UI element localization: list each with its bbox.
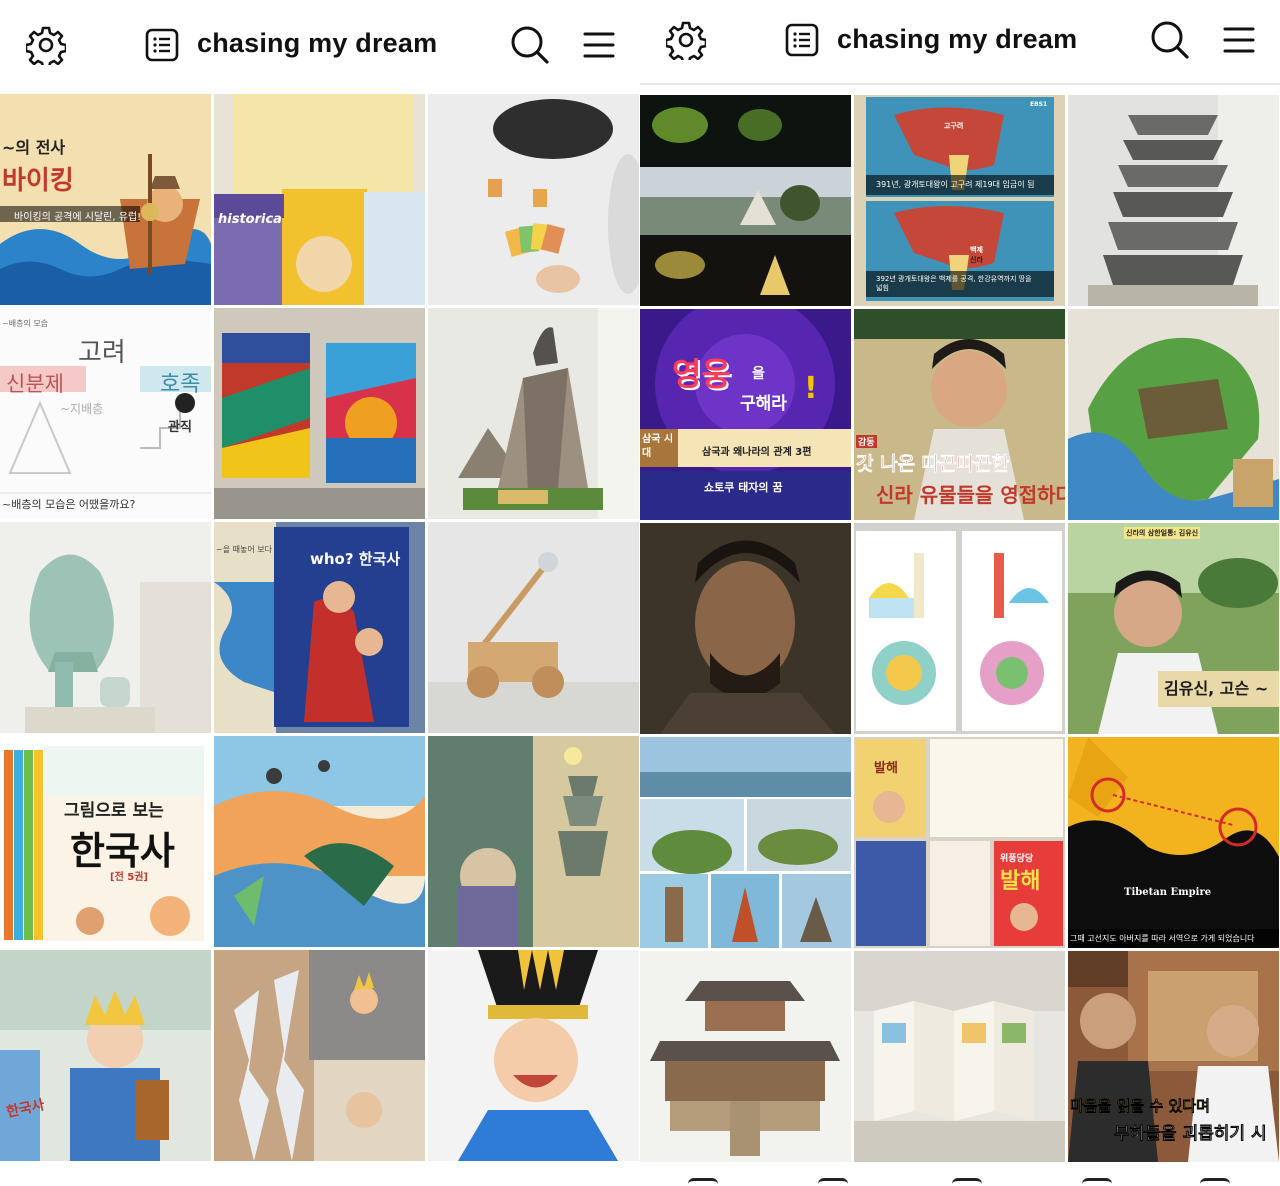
post-thumbnail-drama-warrior[interactable] [640, 523, 851, 734]
top-bar: chasing my dream [0, 0, 640, 90]
class-system-label: 신분제 [6, 372, 64, 396]
viking-subtitle: ~의 전사 [2, 138, 66, 157]
post-thumbnail-folding-book[interactable] [854, 951, 1065, 1162]
post-thumbnail-child-painting[interactable] [214, 736, 425, 947]
post-thumbnail-celadon-vase[interactable] [0, 522, 211, 733]
host-caption-1: 갓 나온 따끈따끈한 [856, 453, 1010, 476]
tab-icon-5[interactable] [1200, 1178, 1230, 1186]
right-screen: chasing my dream 391년, 광개토대왕이 고구려 제19대 임… [640, 0, 1280, 1186]
who-book-title: who? 한국사 [310, 550, 401, 568]
post-thumbnail-pagoda-storybook[interactable] [428, 736, 639, 947]
balhae-label-3: 발해 [1000, 869, 1041, 894]
gear-icon[interactable] [664, 18, 708, 62]
blog-title[interactable]: chasing my dream [837, 24, 1077, 55]
bottom-tab-bar-partial [640, 1164, 1280, 1186]
post-thumbnail-child-crown-book[interactable]: 한국사 [0, 950, 211, 1161]
episode-banner: 신라의 삼한일통: 김유신 [1124, 527, 1201, 539]
top-bar: chasing my dream [640, 0, 1280, 85]
thumbnail-grid: ~의 전사 바이킹 바이킹의 공격에 시달린, 유럽! historica 고려… [0, 94, 640, 1161]
tab-icon-4[interactable] [1082, 1178, 1112, 1186]
list-board-icon [140, 23, 184, 67]
post-thumbnail-fortress-puzzle[interactable] [1068, 309, 1279, 520]
book-set-title: 한국사 [70, 829, 175, 873]
post-thumbnail-tv-hosts-palace[interactable]: 마음을 읽을 수 있다며 부하들을 괴롭히기 시 [1068, 951, 1279, 1162]
post-thumbnail-history-books[interactable]: historica [214, 94, 425, 305]
goguryeo-label: 고구려 [944, 122, 964, 130]
balhae-label-1: 발해 [874, 761, 898, 776]
post-thumbnail-mosque-worksheets[interactable] [854, 523, 1065, 734]
episode-title: 삼국과 왜나라의 관계 3편 [702, 447, 812, 458]
section-tag: ~배층의 모습 [2, 319, 49, 328]
palace-caption-2: 부하들을 괴롭히기 시 [1114, 1124, 1267, 1144]
broadcaster-logo: EBS1 [1030, 101, 1048, 108]
tab-icon-1[interactable] [688, 1178, 718, 1186]
ruling-class-label: ~지배층 [60, 402, 104, 416]
post-thumbnail-stained-glass[interactable] [214, 308, 425, 519]
baekje-label: 백제 [970, 246, 983, 254]
post-thumbnail-balhae-books[interactable]: 발해 위풍당당 발해 [854, 737, 1065, 948]
post-thumbnail-crown-craft[interactable] [214, 950, 425, 1161]
map-subtitle: 그때 고선지도 아버지를 따라 서역으로 가게 되었습니다 [1070, 934, 1255, 943]
question-caption: ~배층의 모습은 어땠을까요? [2, 498, 136, 511]
post-thumbnail-catapult[interactable] [428, 522, 639, 733]
post-thumbnail-card-game[interactable] [428, 94, 639, 305]
office-label: 관직 [168, 420, 192, 435]
gear-icon[interactable] [24, 23, 68, 67]
thumbnail-grid: 391년, 광개토대왕이 고구려 제19대 임금이 됨 392년 광개토대왕은 … [640, 95, 1280, 1162]
search-icon[interactable] [1148, 18, 1192, 62]
hero-title-verb: 구해라 [740, 394, 787, 414]
goryeo-title: 고려 [78, 338, 126, 368]
post-thumbnail-who-book[interactable]: who? 한국사 ~을 때놓어 보다 [214, 522, 425, 733]
gentry-label: 호족 [160, 372, 201, 397]
book-set-subtitle: 그림으로 보는 [64, 801, 164, 821]
viking-title: 바이킹 [2, 166, 74, 196]
tab-icon-2[interactable] [818, 1178, 848, 1186]
episode-subtitle: 쇼토쿠 태자의 꿈 [704, 481, 783, 494]
post-thumbnail-pagoda-puzzle[interactable] [1068, 95, 1279, 306]
post-thumbnail-tv-host-silla[interactable]: 갓 나온 따끈따끈한 신라 유물들을 영접하다! 감동 [854, 309, 1065, 520]
tibetan-empire-label: Tibetan Empire [1124, 887, 1212, 898]
post-thumbnail-gwanggaeto-map[interactable]: 391년, 광개토대왕이 고구려 제19대 임금이 됨 392년 광개토대왕은 … [854, 95, 1065, 306]
hamburger-menu-icon[interactable] [577, 23, 621, 67]
viking-caption: 바이킹의 공격에 시달린, 유럽! [14, 212, 142, 223]
post-thumbnail-child-wearing-crown[interactable] [428, 950, 639, 1161]
top-bar-divider [640, 83, 1280, 85]
host-caption-2: 신라 유물들을 영접하다! [876, 483, 1065, 507]
era-label: 삼국 시대 [642, 434, 674, 459]
blog-title[interactable]: chasing my dream [197, 28, 437, 59]
palace-caption-1: 마음을 읽을 수 있다며 [1070, 1097, 1210, 1115]
post-thumbnail-viking[interactable]: ~의 전사 바이킹 바이킹의 공격에 시달린, 유럽! [0, 94, 211, 305]
map-caption-391: 391년, 광개토대왕이 고구려 제19대 임금이 됨 [876, 180, 1035, 189]
post-thumbnail-heritage-collage[interactable] [640, 737, 851, 948]
post-thumbnail-kim-yusin[interactable]: 김유신, 고슨 ~ 신라의 삼한일통: 김유신 [1068, 523, 1279, 734]
post-thumbnail-tibetan-map[interactable]: Tibetan Empire 그때 고선지도 아버지를 따라 서역으로 가게 되… [1068, 737, 1279, 948]
hero-exclaim: ! [804, 371, 818, 406]
host-tag: 감동 [856, 435, 877, 448]
post-thumbnail-history-book-set[interactable]: 그림으로 보는 한국사 [전 5권] [0, 736, 211, 947]
post-thumbnail-save-heroes[interactable]: 영웅 을 구해라 ! 삼국 시대 삼국과 왜나라의 관계 3편 쇼토쿠 태자의 … [640, 309, 851, 520]
tab-icon-3[interactable] [952, 1178, 982, 1186]
list-board-icon [780, 18, 824, 62]
post-thumbnail-stele-model[interactable] [428, 308, 639, 519]
book-spine-text: ~을 때놓어 보다 [216, 545, 272, 554]
post-thumbnail-goryeo-diagram[interactable]: 고려 신분제 호족 ~지배층 관직 ~배층의 모습은 어땠을까요? ~배층의 모… [0, 308, 211, 519]
book-set-volumes: [전 5권] [110, 872, 148, 883]
post-thumbnail-temple-model[interactable] [640, 951, 851, 1162]
map-caption-392: 392년 광개토대왕은 백제를 공격, 한강유역까지 땅을 넓힘 [876, 275, 1032, 292]
silla-label: 신라 [970, 256, 983, 264]
left-screen: chasing my dream ~의 전사 바이킹 바이킹의 공격에 시달린,… [0, 0, 640, 1186]
search-icon[interactable] [508, 23, 552, 67]
kim-yusin-caption: 김유신, 고슨 ~ [1164, 679, 1269, 698]
post-thumbnail-night-heritage[interactable] [640, 95, 851, 306]
historica-label: historica [218, 212, 282, 227]
hamburger-menu-icon[interactable] [1217, 18, 1261, 62]
hero-title-particle: 을 [752, 366, 765, 382]
hero-title: 영웅 [672, 355, 731, 393]
